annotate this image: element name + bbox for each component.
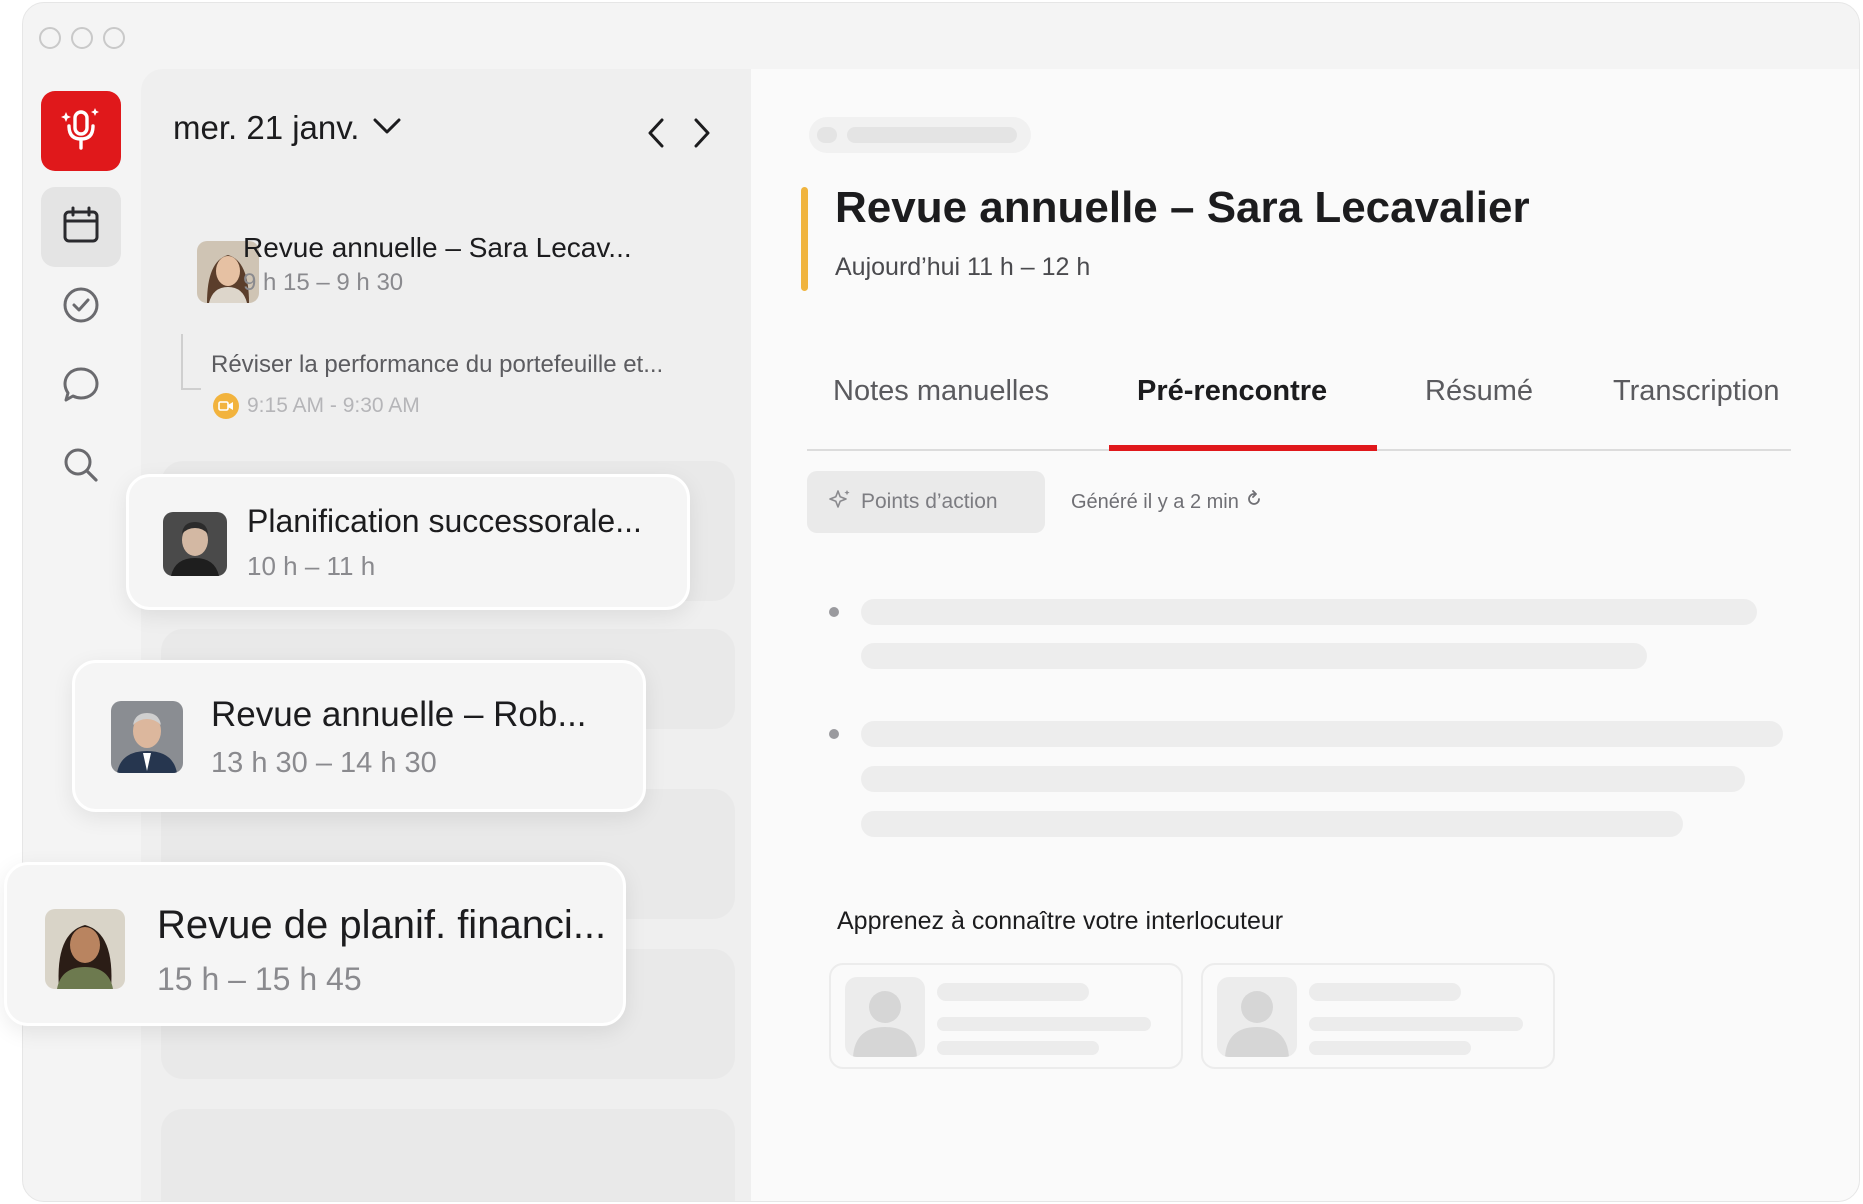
loading-line [1309,983,1461,1001]
video-call-icon [213,393,239,419]
chevron-down-icon [373,117,401,140]
avatar [163,512,227,576]
zoom-window-button[interactable] [103,27,125,49]
meeting-title: Revue de planif. financi... [157,903,607,947]
avatar-placeholder-icon [845,977,925,1057]
date-picker[interactable]: mer. 21 janv. [173,109,401,147]
tab-bar: Notes manuelles Pré-rencontre Résumé Tra… [807,369,1791,451]
loading-line [861,643,1647,669]
sidebar-item-calendar[interactable] [41,187,121,267]
loading-line [1309,1017,1523,1031]
title-bar [23,3,1859,69]
breadcrumb-placeholder-dot [817,127,837,143]
check-circle-icon [61,285,101,330]
sidebar-rail [23,69,141,1201]
title-accent-bar [801,187,808,291]
placeholder-card [161,1109,735,1201]
meeting-title: Revue annuelle – Rob... [211,695,587,734]
meeting-time: 10 h – 11 h [247,551,376,581]
sidebar-item-search[interactable] [41,427,121,507]
meeting-detail-pane: Revue annuelle – Sara Lecavalier Aujourd… [751,69,1859,1201]
meeting-time: 9 h 15 – 9 h 30 [243,269,404,296]
loading-line [937,1041,1099,1055]
bullet-dot [829,607,839,617]
section-title: Apprenez à connaître votre interlocuteur [837,907,1284,935]
meeting-time: 15 h – 15 h 45 [157,961,362,997]
generated-label: Généré il y a 2 min [1071,490,1239,513]
date-navigation [645,117,713,154]
meeting-item-financial-planning[interactable]: Revue de planif. financi... 15 h – 15 h … [4,862,626,1026]
person-card-placeholder [1201,963,1555,1069]
agenda-note: Réviser la performance du portefeuille e… [211,351,664,378]
meeting-item-rob[interactable]: Revue annuelle – Rob... 13 h 30 – 14 h 3… [72,660,646,812]
generated-status: Généré il y a 2 min [1071,490,1263,514]
meeting-item-succession[interactable]: Planification successorale... 10 h – 11 … [126,474,690,610]
tab-pre-meeting[interactable]: Pré-rencontre [1137,369,1327,451]
loading-line [861,721,1783,747]
breadcrumb-placeholder-line [847,127,1017,143]
meeting-title: Planification successorale... [247,503,642,539]
sidebar-item-chat[interactable] [41,347,121,427]
chat-bubble-icon [61,365,101,410]
agenda-time: 9:15 AM - 9:30 AM [247,394,420,417]
previous-day-button[interactable] [645,117,667,154]
minimize-window-button[interactable] [71,27,93,49]
action-items-button[interactable]: Points d’action [807,471,1045,533]
avatar [111,701,183,773]
microphone-icon [60,106,102,157]
sparkle-icon [829,488,851,516]
page-title: Revue annuelle – Sara Lecavalier [835,183,1530,232]
tab-notes[interactable]: Notes manuelles [833,369,1049,451]
sub-item-connector [181,334,201,390]
active-tab-indicator [1109,445,1377,451]
refresh-icon[interactable] [1245,490,1263,514]
sidebar-item-tasks[interactable] [41,267,121,347]
search-icon [61,445,101,490]
record-button[interactable] [41,91,121,171]
loading-line [1309,1041,1471,1055]
meeting-datetime: Aujourd’hui 11 h – 12 h [835,253,1091,281]
tab-transcription[interactable]: Transcription [1613,369,1780,451]
meeting-list-pane: mer. 21 janv. Revue annuelle – Sara Leca… [141,69,751,1201]
action-items-label: Points d’action [861,490,998,513]
meeting-title: Revue annuelle – Sara Lecav... [243,232,632,263]
loading-line [861,599,1757,625]
avatar [45,909,125,989]
loading-line [937,1017,1151,1031]
bullet-dot [829,729,839,739]
date-label: mer. 21 janv. [173,109,360,146]
avatar-placeholder-icon [1217,977,1297,1057]
close-window-button[interactable] [39,27,61,49]
meeting-time: 13 h 30 – 14 h 30 [211,747,437,779]
loading-line [937,983,1089,1001]
tab-summary[interactable]: Résumé [1425,369,1533,451]
next-day-button[interactable] [691,117,713,154]
person-card-placeholder [829,963,1183,1069]
loading-line [861,766,1745,792]
loading-line [861,811,1683,837]
calendar-icon [61,205,101,250]
